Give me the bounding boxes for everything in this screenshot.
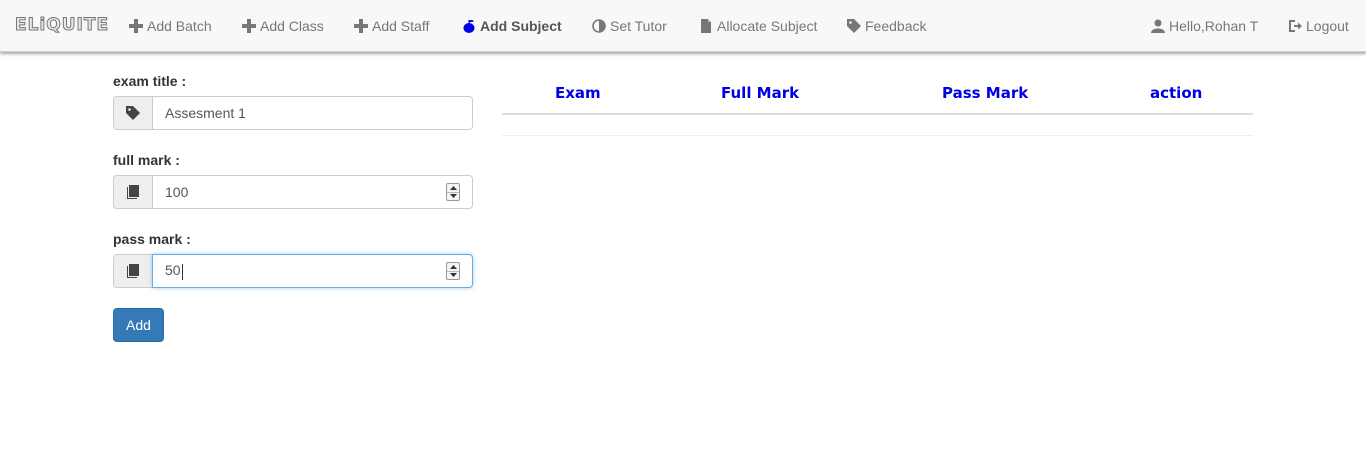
pass-mark-value: 50 — [165, 262, 181, 279]
column-header-full-mark: Full Mark — [721, 84, 800, 102]
pass-mark-stepper[interactable] — [446, 262, 460, 280]
navbar: ELiQUITE Add Batch Add Class Add Staff A… — [0, 0, 1366, 52]
full-mark-input[interactable]: 100 — [152, 175, 473, 209]
full-mark-stepper[interactable] — [446, 183, 460, 201]
table-empty-row — [502, 135, 1253, 136]
nav-logout-label: Logout — [1306, 18, 1349, 34]
nav-user-label: Hello,Rohan T — [1169, 18, 1259, 34]
exam-title-label: exam title : — [113, 73, 187, 89]
exam-title-value: Assesment 1 — [165, 105, 246, 121]
brand-logo[interactable]: ELiQUITE — [14, 15, 109, 36]
nav-set-tutor[interactable]: Set Tutor — [592, 17, 667, 35]
nav-add-batch-label: Add Batch — [147, 18, 212, 34]
pass-mark-label: pass mark : — [113, 231, 191, 247]
apple-icon — [462, 19, 476, 33]
contrast-icon — [592, 19, 606, 33]
nav-add-subject-label: Add Subject — [480, 18, 562, 34]
user-icon — [1151, 19, 1165, 33]
column-header-exam: Exam — [555, 84, 601, 102]
stepper-up-icon[interactable] — [447, 184, 459, 192]
nav-feedback[interactable]: Feedback — [847, 17, 926, 35]
column-header-pass-mark: Pass Mark — [942, 84, 1029, 102]
plus-icon — [354, 19, 368, 33]
nav-feedback-label: Feedback — [865, 18, 927, 34]
nav-add-batch[interactable]: Add Batch — [129, 17, 212, 35]
column-header-action: action — [1150, 84, 1203, 102]
nav-set-tutor-label: Set Tutor — [610, 18, 667, 34]
file-icon — [699, 19, 713, 33]
stepper-down-icon[interactable] — [447, 191, 459, 201]
book-icon — [113, 254, 152, 288]
exam-title-input[interactable]: Assesment 1 — [152, 96, 473, 130]
pass-mark-group: 50 — [113, 254, 473, 288]
pass-mark-input[interactable]: 50 — [152, 254, 473, 288]
full-mark-group: 100 — [113, 175, 473, 209]
full-mark-value: 100 — [165, 184, 189, 200]
nav-allocate-subject-label: Allocate Subject — [717, 18, 818, 34]
book-icon — [113, 175, 152, 209]
tag-icon — [113, 96, 152, 130]
exam-title-group: Assesment 1 — [113, 96, 473, 130]
exam-table-header: Exam Full Mark Pass Mark action — [502, 74, 1253, 115]
logout-icon — [1288, 19, 1302, 33]
stepper-down-icon[interactable] — [447, 270, 459, 280]
nav-logout[interactable]: Logout — [1288, 17, 1349, 35]
nav-add-class-label: Add Class — [260, 18, 324, 34]
nav-user[interactable]: Hello,Rohan T — [1151, 17, 1258, 35]
nav-add-staff[interactable]: Add Staff — [354, 17, 429, 35]
tag-icon — [847, 19, 861, 33]
nav-add-staff-label: Add Staff — [372, 18, 430, 34]
nav-add-subject[interactable]: Add Subject — [462, 17, 562, 35]
nav-allocate-subject[interactable]: Allocate Subject — [699, 17, 817, 35]
add-button[interactable]: Add — [113, 308, 164, 342]
text-caret — [181, 263, 183, 280]
plus-icon — [129, 19, 143, 33]
plus-icon — [242, 19, 256, 33]
full-mark-label: full mark : — [113, 152, 180, 168]
stepper-up-icon[interactable] — [447, 263, 459, 271]
nav-add-class[interactable]: Add Class — [242, 17, 324, 35]
